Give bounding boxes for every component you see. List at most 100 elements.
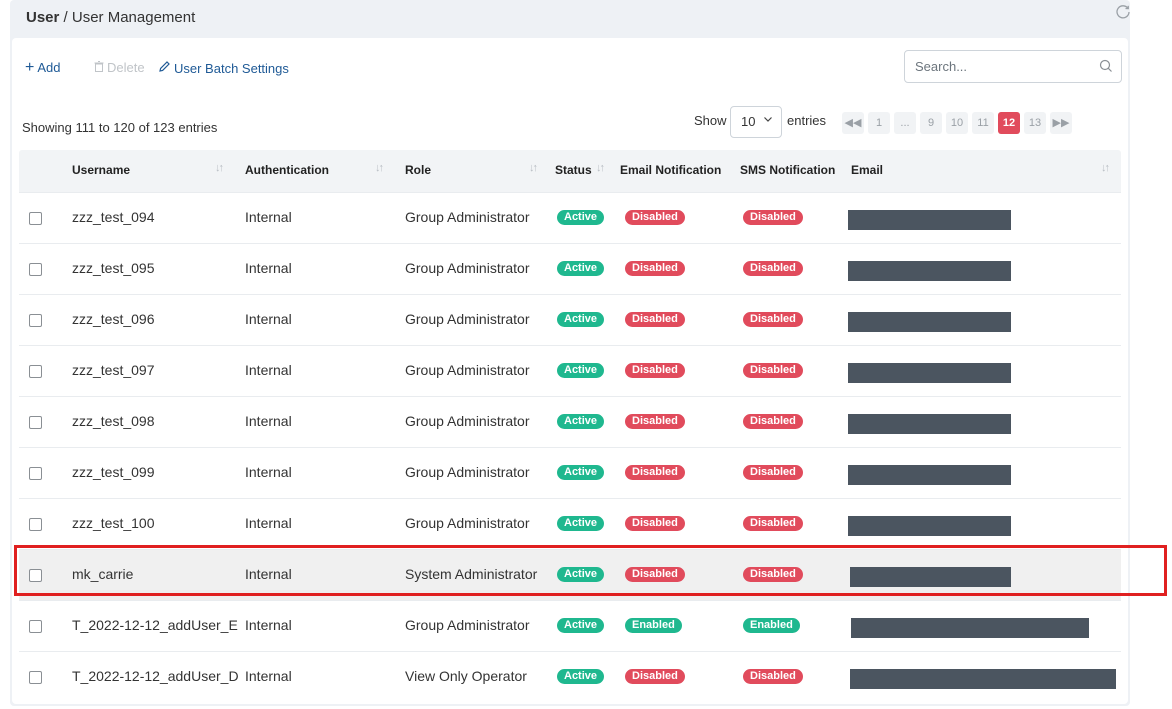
cell-username: zzz_test_097: [72, 362, 155, 378]
row-checkbox[interactable]: [29, 620, 42, 633]
col-authentication[interactable]: Authentication: [245, 163, 329, 177]
email-redacted: [848, 516, 1011, 536]
pencil-icon: [158, 60, 171, 76]
col-role[interactable]: Role: [405, 163, 431, 177]
cell-username: zzz_test_096: [72, 311, 155, 327]
search-box: [904, 50, 1122, 83]
sort-icon[interactable]: ↓↑: [596, 162, 605, 174]
chevron-down-icon: [763, 113, 773, 127]
cell-role: Group Administrator: [405, 413, 530, 429]
cell-authentication: Internal: [245, 668, 292, 684]
cell-role: Group Administrator: [405, 362, 530, 378]
last-page-icon[interactable]: ▶▶: [1050, 112, 1072, 134]
row-checkbox[interactable]: [29, 263, 42, 276]
status-badge: Active: [557, 414, 605, 429]
row-checkbox[interactable]: [29, 467, 42, 480]
table-row: T_2022-12-12_addUser_E Internal Group Ad…: [19, 600, 1121, 651]
page-10[interactable]: 10: [946, 112, 968, 134]
batch-label: User Batch Settings: [174, 60, 289, 76]
sms-notification-badge: Disabled: [743, 516, 803, 531]
row-checkbox[interactable]: [29, 569, 42, 582]
email-notification-badge: Disabled: [625, 669, 685, 684]
email-notification-badge: Disabled: [625, 363, 685, 378]
status-badge: Active: [557, 363, 605, 378]
cell-authentication: Internal: [245, 566, 292, 582]
cell-username: zzz_test_094: [72, 209, 155, 225]
page-9[interactable]: 9: [920, 112, 942, 134]
email-notification-badge: Disabled: [625, 516, 685, 531]
col-email-notification[interactable]: Email Notification: [620, 163, 721, 177]
table-row: T_2022-12-12_addUser_D Internal View Onl…: [19, 651, 1121, 702]
cell-authentication: Internal: [245, 515, 292, 531]
email-redacted: [848, 261, 1011, 281]
table-row: zzz_test_098 Internal Group Administrato…: [19, 396, 1121, 447]
cell-username: zzz_test_099: [72, 464, 155, 480]
email-notification-badge: Disabled: [625, 261, 685, 276]
page-1[interactable]: 1: [868, 112, 890, 134]
sms-notification-badge: Enabled: [743, 618, 800, 633]
entries-value: 10: [741, 114, 756, 129]
email-notification-badge: Disabled: [625, 210, 685, 225]
cell-username: mk_carrie: [72, 566, 134, 582]
email-notification-badge: Disabled: [625, 312, 685, 327]
page-ellipsis: ...: [894, 112, 916, 134]
sort-icon[interactable]: ↓↑: [1101, 162, 1110, 174]
cell-role: Group Administrator: [405, 260, 530, 276]
email-notification-badge: Disabled: [625, 414, 685, 429]
user-batch-settings-button[interactable]: User Batch Settings: [158, 60, 289, 76]
search-icon[interactable]: [1099, 59, 1113, 78]
sort-icon[interactable]: ↓↑: [529, 162, 538, 174]
email-notification-badge: Disabled: [625, 567, 685, 582]
cell-username: T_2022-12-12_addUser_E: [72, 617, 238, 633]
user-table-card: + Add Delete User Batch Settings Showing…: [12, 38, 1128, 704]
row-checkbox[interactable]: [29, 365, 42, 378]
row-checkbox[interactable]: [29, 416, 42, 429]
table-row: zzz_test_097 Internal Group Administrato…: [19, 345, 1121, 396]
first-page-icon[interactable]: ◀◀: [842, 112, 864, 134]
search-input[interactable]: [913, 58, 1092, 75]
entries-label: entries: [787, 113, 827, 128]
cell-authentication: Internal: [245, 209, 292, 225]
cell-username: zzz_test_100: [72, 515, 155, 531]
sms-notification-badge: Disabled: [743, 414, 803, 429]
col-username[interactable]: Username: [72, 163, 130, 177]
row-checkbox[interactable]: [29, 314, 42, 327]
cell-username: zzz_test_098: [72, 413, 155, 429]
sort-icon[interactable]: ↓↑: [375, 162, 384, 174]
table-row: zzz_test_100 Internal Group Administrato…: [19, 498, 1121, 549]
status-badge: Active: [557, 261, 605, 276]
breadcrumb: User / User Management: [26, 6, 195, 30]
cell-role: Group Administrator: [405, 209, 530, 225]
col-email[interactable]: Email: [851, 163, 883, 177]
status-badge: Active: [557, 567, 605, 582]
sort-icon[interactable]: ↓↑: [215, 162, 224, 174]
row-checkbox[interactable]: [29, 212, 42, 225]
email-notification-badge: Enabled: [625, 618, 682, 633]
cell-role: View Only Operator: [405, 668, 527, 684]
row-checkbox[interactable]: [29, 518, 42, 531]
page-13[interactable]: 13: [1024, 112, 1046, 134]
table-row: mk_carrie Internal System Administrator …: [19, 549, 1121, 600]
col-status[interactable]: Status: [555, 163, 592, 177]
email-redacted: [848, 414, 1011, 434]
cell-role: Group Administrator: [405, 311, 530, 327]
page-12[interactable]: 12: [998, 112, 1020, 134]
cell-authentication: Internal: [245, 413, 292, 429]
entries-select[interactable]: 10: [730, 106, 782, 138]
cell-authentication: Internal: [245, 362, 292, 378]
row-checkbox[interactable]: [29, 671, 42, 684]
page-11[interactable]: 11: [972, 112, 994, 134]
add-button[interactable]: + Add: [25, 59, 60, 75]
email-redacted: [848, 210, 1011, 230]
refresh-icon[interactable]: [1114, 4, 1132, 22]
breadcrumb-separator: /: [63, 9, 68, 26]
table-info: Showing 111 to 120 of 123 entries: [22, 120, 218, 135]
email-redacted: [848, 363, 1011, 383]
cell-role: Group Administrator: [405, 617, 530, 633]
table-row: zzz_test_099 Internal Group Administrato…: [19, 447, 1121, 498]
col-sms-notification[interactable]: SMS Notification: [740, 163, 835, 177]
email-redacted: [848, 465, 1011, 485]
delete-label: Delete: [107, 60, 145, 75]
breadcrumb-root[interactable]: User: [26, 9, 59, 26]
delete-button[interactable]: Delete: [94, 60, 145, 75]
